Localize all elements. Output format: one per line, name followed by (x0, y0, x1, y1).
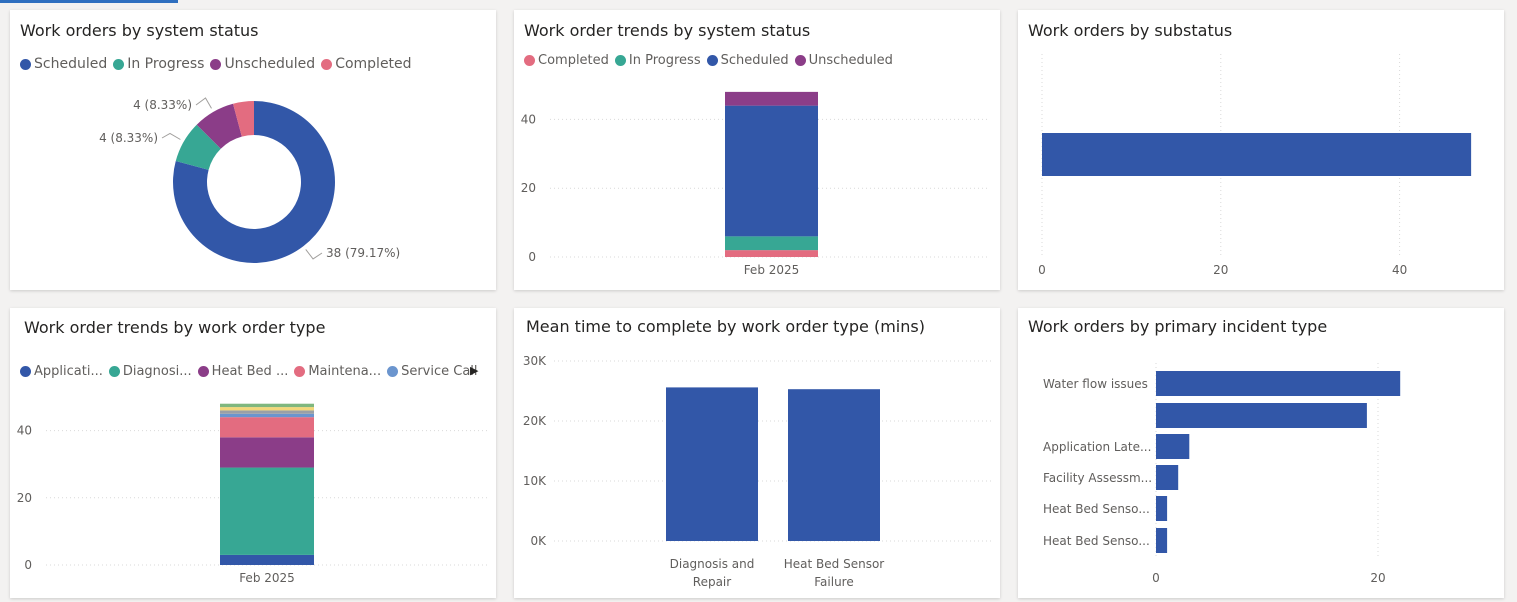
stacked-column-chart[interactable]: 0 20 40 Feb 2025 (514, 10, 1000, 290)
bar[interactable] (1156, 434, 1190, 459)
bar[interactable] (1156, 465, 1179, 490)
x-tick-label: Diagnosis and (670, 557, 755, 571)
x-tick-label: 0 (1038, 263, 1046, 277)
x-tick-label: Repair (693, 575, 731, 589)
bar-segment[interactable] (725, 105, 818, 237)
bar[interactable] (1156, 528, 1168, 553)
y-tick-label: 40 (17, 424, 32, 438)
column-chart[interactable]: 0K 10K 20K 30K Diagnosis and Repair Heat Bed S… (514, 308, 1000, 598)
y-tick-label: Application Late... (1043, 440, 1151, 454)
bar-segment[interactable] (220, 407, 314, 411)
y-tick-label: 0 (24, 558, 32, 572)
bar-chart[interactable]: 0 20 40 (1018, 10, 1504, 290)
bar[interactable] (1156, 371, 1401, 396)
data-label: 4 (8.33%) (133, 98, 192, 112)
y-tick-label: Heat Bed Senso... (1043, 502, 1150, 516)
y-tick-label: 0K (530, 534, 547, 548)
data-label: 4 (8.33%) (99, 131, 158, 145)
bar-segment[interactable] (725, 236, 818, 251)
y-tick-label: 20K (523, 414, 547, 428)
data-label: 38 (79.17%) (326, 246, 400, 260)
card-work-order-trends-by-work-order-type[interactable]: Work order trends by work order type App… (10, 308, 496, 598)
y-tick-label: 20 (17, 491, 32, 505)
leader-line (161, 132, 181, 140)
y-tick-label: 40 (521, 112, 536, 126)
bar-segment[interactable] (220, 403, 314, 408)
y-tick-label: 20 (521, 181, 536, 195)
y-tick-label: 0 (528, 250, 536, 264)
bar-segment[interactable] (220, 417, 314, 438)
y-tick-label: 30K (523, 354, 547, 368)
leader-line (305, 249, 323, 260)
y-tick-label: Facility Assessm... (1043, 471, 1152, 485)
bar-chart[interactable]: 0 20 Water flow issues Application Late... F… (1018, 308, 1504, 598)
donut-chart[interactable]: 38 (79.17%) 4 (8.33%) 4 (8.33%) (10, 10, 496, 290)
card-work-orders-by-primary-incident-type[interactable]: Work orders by primary incident type 0 20… (1018, 308, 1504, 598)
active-tab-indicator (0, 0, 178, 3)
card-work-order-trends-by-system-status[interactable]: Work order trends by system status Compl… (514, 10, 1000, 290)
card-work-orders-by-system-status[interactable]: Work orders by system status Scheduled In… (10, 10, 496, 290)
x-tick-label: Failure (814, 575, 853, 589)
bar-segment[interactable] (220, 410, 314, 414)
card-work-orders-by-substatus[interactable]: Work orders by substatus 0 20 40 (1018, 10, 1504, 290)
bar-segment[interactable] (725, 91, 818, 106)
x-tick-label: Feb 2025 (744, 263, 800, 277)
x-tick-label: 40 (1392, 263, 1407, 277)
x-tick-label: 20 (1370, 571, 1385, 585)
card-mean-time-to-complete[interactable]: Mean time to complete by work order type… (514, 308, 1000, 598)
bar[interactable] (1042, 133, 1472, 176)
leader-line (195, 97, 212, 109)
bar[interactable] (1156, 496, 1168, 521)
x-tick-label: Heat Bed Sensor (784, 557, 885, 571)
stacked-column-chart[interactable]: 0 20 40 Feb 2025 (10, 308, 496, 598)
bar-segment[interactable] (220, 437, 314, 468)
y-tick-label: Water flow issues (1043, 377, 1148, 391)
x-tick-label: Feb 2025 (239, 571, 295, 585)
bar[interactable] (788, 389, 880, 541)
y-tick-label: Heat Bed Senso... (1043, 534, 1150, 548)
x-tick-label: 20 (1213, 263, 1228, 277)
bar[interactable] (666, 387, 758, 541)
x-tick-label: 0 (1152, 571, 1160, 585)
bar-segment[interactable] (725, 250, 818, 257)
y-tick-label: 10K (523, 474, 547, 488)
bar-segment[interactable] (220, 554, 314, 565)
bar-segment[interactable] (220, 413, 314, 418)
bar-segment[interactable] (220, 467, 314, 555)
bar[interactable] (1156, 403, 1367, 428)
